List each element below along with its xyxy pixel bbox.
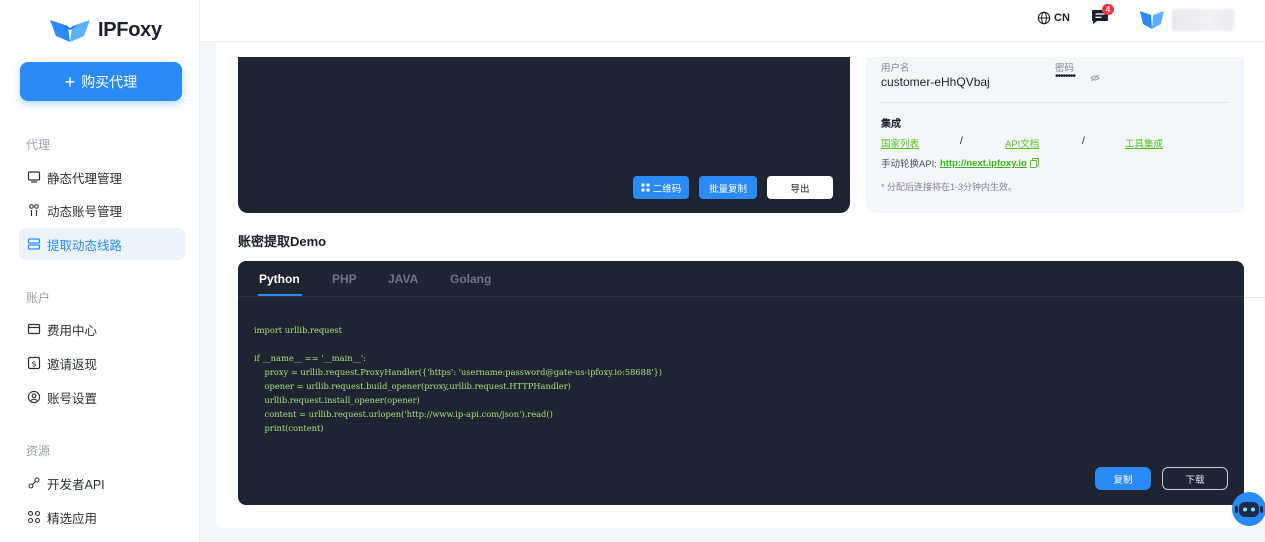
top-header: CN 4 [200,0,1265,42]
divider [881,102,1228,103]
user-name-blurred[interactable] [1172,9,1234,31]
buy-proxy-button[interactable]: + 购买代理 [20,62,182,101]
user-circle-icon [27,390,41,404]
code-block: import urllib.request if __name__ == '__… [254,325,663,433]
language-switcher[interactable]: CN [1037,11,1070,25]
sidebar-item-extract-lines[interactable]: 提取动态线路 [19,228,185,260]
rotate-api-label: 手动轮换API: [881,159,937,170]
tab-python[interactable]: Python [259,272,300,286]
tab-java[interactable]: JAVA [388,272,418,286]
tool-integration-link[interactable]: 工具集成 [1125,136,1163,150]
qr-code-button[interactable]: 二维码 [633,176,689,199]
password-value: •••••••• [1055,71,1076,82]
rotate-api-link[interactable]: http://next.ipfoxy.io [940,158,1027,169]
sidebar-item-developer-api[interactable]: 开发者API [19,467,185,499]
proxy-list-preview [238,57,850,213]
link-icon [28,477,40,489]
rotate-api-row: 手动轮换API: http://next.ipfoxy.io [881,156,1039,170]
svg-text:$: $ [31,359,36,368]
username-label: 用户名 [881,63,910,74]
qr-icon [641,183,650,192]
sidebar-item-label: 静态代理管理 [47,171,123,186]
server-icon [27,238,41,250]
download-code-button[interactable]: 下载 [1162,467,1228,490]
buy-proxy-label: 购买代理 [81,73,138,90]
sidebar-item-label: 邀请返现 [47,357,98,372]
wallet-icon [27,323,41,335]
eye-off-icon[interactable] [1090,74,1100,82]
language-label: CN [1054,12,1070,24]
sidebar-item-label: 账号设置 [47,391,98,406]
demo-title: 账密提取Demo [238,234,327,249]
globe-icon [1037,11,1051,25]
sidebar-item-label: 提取动态线路 [47,238,123,253]
section-title-proxy: 代理 [26,138,51,152]
export-button[interactable]: 导出 [767,176,833,199]
api-docs-link[interactable]: API文档 [1005,136,1039,150]
sidebar-item-label: 精选应用 [47,511,98,526]
sidebar-item-label: 费用中心 [47,323,98,338]
qr-code-label: 二维码 [652,183,682,195]
link-separator: / [1082,136,1085,147]
section-title-account: 账户 [26,291,51,305]
sidebar-item-static-proxy[interactable]: 静态代理管理 [19,161,185,193]
sidebar-item-label: 开发者API [47,477,105,492]
tab-php[interactable]: PHP [332,272,357,286]
tab-golang[interactable]: Golang [450,272,491,286]
user-switch-icon [29,204,39,216]
section-title-resources: 资源 [26,444,51,458]
brand-logo[interactable]: IPFoxy [48,16,162,44]
integration-title: 集成 [881,119,901,130]
brand-name: IPFoxy [98,18,162,41]
apps-icon [27,510,41,524]
chat-support-icon[interactable] [1228,488,1265,530]
activation-note: * 分配后连接将在1-3分钟内生效。 [881,182,1018,192]
message-count-badge: 4 [1102,4,1114,15]
sidebar-item-featured-apps[interactable]: 精选应用 [19,501,185,533]
sidebar-item-account-settings[interactable]: 账号设置 [19,381,185,413]
sidebar-item-dynamic-account[interactable]: 动态账号管理 [19,194,185,226]
copy-code-button[interactable]: 复制 [1095,467,1151,490]
dollar-icon: $ [27,356,41,370]
sidebar-item-referral[interactable]: $ 邀请返现 [19,347,185,379]
username-value: customer-eHhQVbaj [881,75,990,89]
active-tab-indicator [258,294,302,296]
sidebar-item-label: 动态账号管理 [47,204,123,219]
batch-copy-button[interactable]: 批量复制 [699,176,757,199]
sidebar-item-billing[interactable]: 费用中心 [19,313,185,345]
copy-icon[interactable] [1029,158,1039,168]
sidebar: IPFoxy + 购买代理 代理 静态代理管理 动态账号管理 提取动态线路 账户… [0,0,200,542]
plus-icon: + [64,71,76,92]
avatar[interactable] [1139,8,1165,30]
language-tabs: Python PHP JAVA Golang [238,261,1244,297]
country-list-link[interactable]: 国家列表 [881,136,919,150]
link-separator: / [960,136,963,147]
code-demo-card: Python PHP JAVA Golang import urllib.req… [238,261,1244,505]
divider [1244,297,1265,298]
fox-logo-icon [50,20,90,42]
monitor-icon [27,171,41,183]
